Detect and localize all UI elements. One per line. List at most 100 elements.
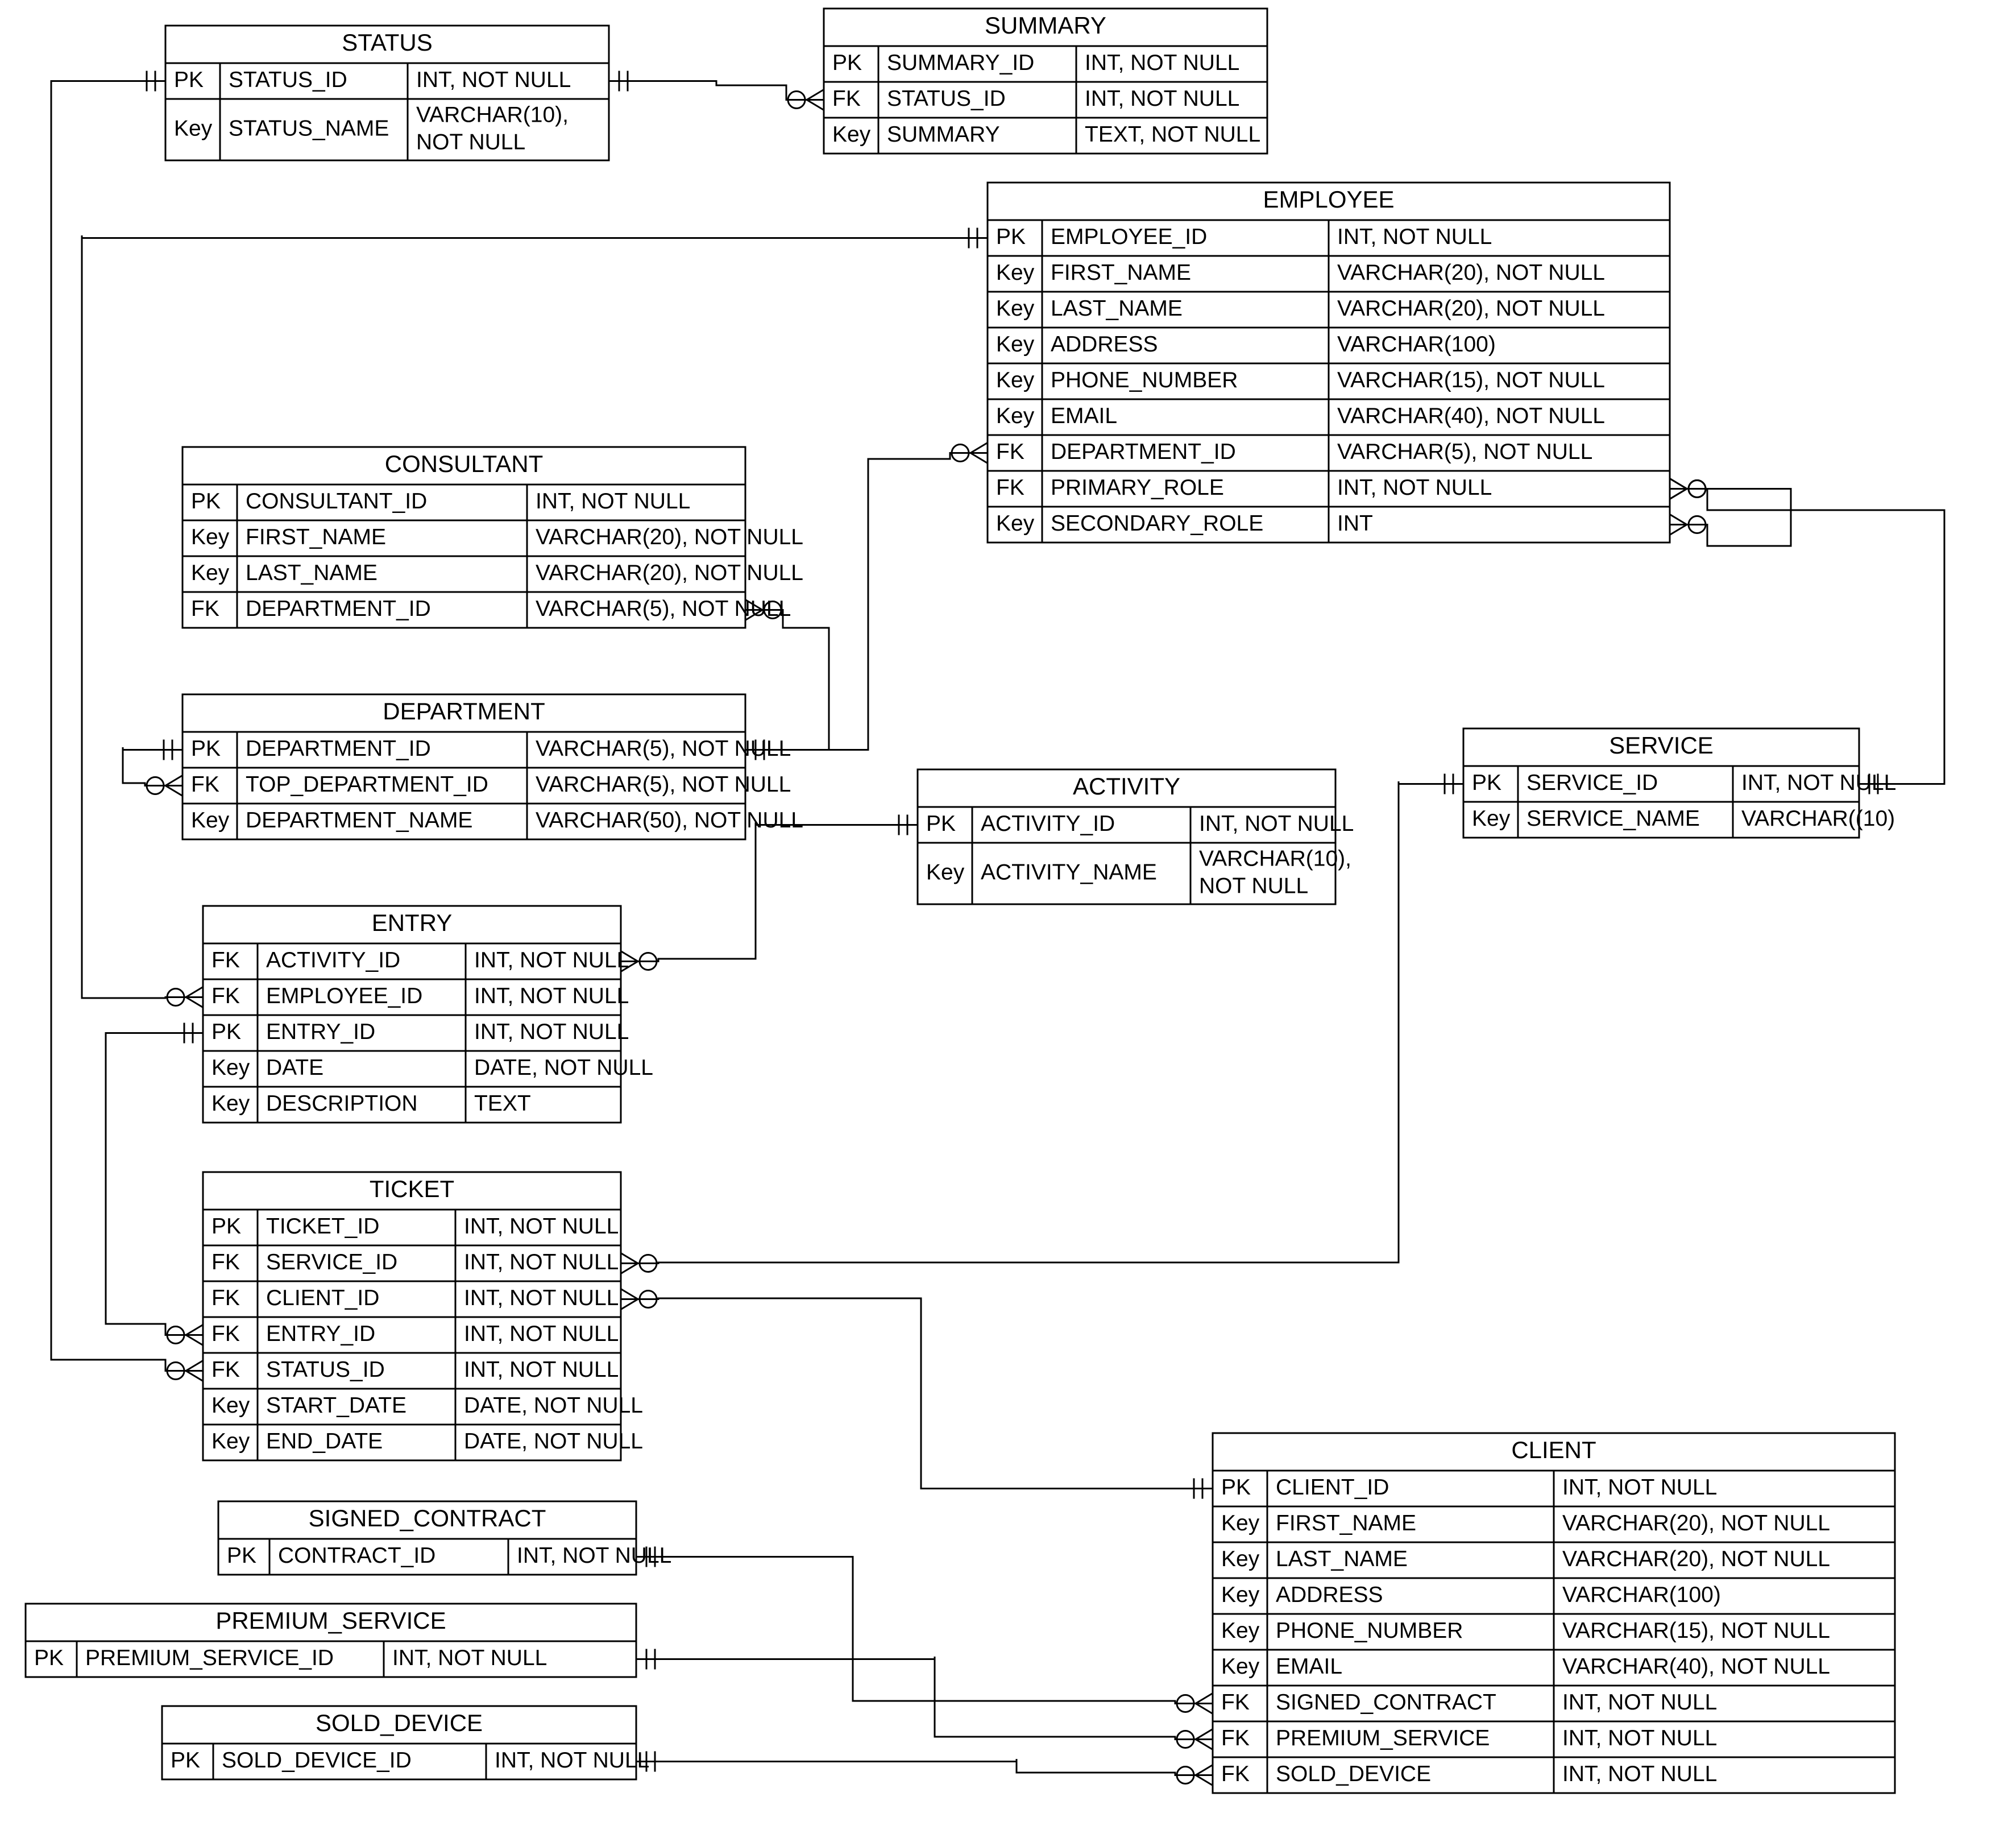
column-type: DATE, NOT NULL (474, 1055, 653, 1080)
column-name: END_DATE (266, 1429, 383, 1454)
column-name: ENTRY_ID (266, 1322, 375, 1346)
column-name: SOLD_DEVICE_ID (222, 1748, 412, 1773)
column-type: VARCHAR(20), NOT NULL (1337, 260, 1605, 285)
key-type: PK (227, 1543, 256, 1568)
column-type: INT, NOT NULL (464, 1214, 619, 1239)
relationship-12 (636, 1547, 1213, 1714)
key-type: PK (926, 812, 956, 836)
column-name: SERVICE_ID (1526, 771, 1658, 795)
column-type: INT, NOT NULL (1199, 812, 1354, 836)
column-type: INT, NOT NULL (517, 1543, 671, 1568)
column-name: STATUS_ID (229, 68, 347, 92)
column-type: INT, NOT NULL (1562, 1475, 1717, 1500)
key-type: Key (1221, 1618, 1260, 1643)
column-name: TICKET_ID (266, 1214, 379, 1239)
entity-title: SOLD_DEVICE (316, 1709, 483, 1736)
key-type: PK (832, 51, 862, 75)
key-type: FK (211, 1286, 240, 1310)
column-name: ACTIVITY_NAME (981, 860, 1157, 884)
key-type: FK (211, 984, 240, 1008)
column-type: INT, NOT NULL (464, 1250, 619, 1274)
column-type: INT, NOT NULL (464, 1357, 619, 1382)
key-type: FK (996, 475, 1024, 500)
column-type: VARCHAR(5), NOT NULL (536, 772, 791, 797)
column-type: INT, NOT NULL (1337, 225, 1492, 249)
relationship-6 (123, 740, 182, 796)
column-name: ACTIVITY_ID (266, 948, 400, 972)
key-type: PK (211, 1214, 241, 1239)
column-type: INT, NOT NULL (464, 1286, 619, 1310)
column-type: VARCHAR(5), NOT NULL (1337, 440, 1592, 464)
key-type: PK (1221, 1475, 1251, 1500)
entity-ticket: TICKETPKTICKET_IDINT, NOT NULLFKSERVICE_… (203, 1172, 643, 1460)
key-type: FK (211, 1250, 240, 1274)
key-type: Key (174, 116, 213, 140)
column-type: VARCHAR((10) (1741, 806, 1895, 831)
column-name: PHONE_NUMBER (1051, 368, 1238, 392)
key-type: Key (996, 404, 1035, 428)
column-type: INT, NOT NULL (1337, 475, 1492, 500)
key-type: Key (1472, 806, 1511, 831)
column-type: VARCHAR(15), NOT NULL (1562, 1618, 1830, 1643)
column-type: VARCHAR(20), NOT NULL (1562, 1511, 1830, 1535)
column-type: INT, NOT NULL (1741, 771, 1896, 795)
key-type: Key (191, 525, 230, 549)
entity-activity: ACTIVITYPKACTIVITY_IDINT, NOT NULLKeyACT… (918, 769, 1354, 904)
key-type: Key (1221, 1654, 1260, 1679)
key-type: Key (996, 511, 1035, 536)
column-name: EMPLOYEE_ID (266, 984, 422, 1008)
key-type: FK (211, 1322, 240, 1346)
column-name: STATUS_NAME (229, 116, 389, 140)
column-name: STATUS_ID (266, 1357, 385, 1382)
column-name: DATE (266, 1055, 323, 1080)
key-type: PK (996, 225, 1026, 249)
column-name: DEPARTMENT_ID (1051, 440, 1236, 464)
entity-summary: SUMMARYPKSUMMARY_IDINT, NOT NULLFKSTATUS… (824, 9, 1267, 154)
column-type: VARCHAR(10), (416, 102, 569, 127)
column-name: EMAIL (1276, 1654, 1342, 1679)
column-name: SERVICE_NAME (1526, 806, 1700, 831)
entity-title: TICKET (370, 1175, 454, 1202)
column-type: VARCHAR(40), NOT NULL (1337, 404, 1605, 428)
key-type: Key (996, 260, 1035, 285)
column-type: INT, NOT NULL (1562, 1726, 1717, 1750)
entity-title: SIGNED_CONTRACT (309, 1505, 546, 1531)
column-type: NOT NULL (1199, 873, 1308, 898)
column-name: PRIMARY_ROLE (1051, 475, 1224, 500)
key-type: Key (211, 1091, 250, 1116)
key-type: PK (191, 736, 221, 761)
key-type: Key (1221, 1583, 1260, 1607)
column-name: CONTRACT_ID (278, 1543, 435, 1568)
entity-title: ACTIVITY (1073, 773, 1180, 800)
key-type: Key (926, 860, 965, 884)
column-type: INT, NOT NULL (464, 1322, 619, 1346)
column-type: VARCHAR(20), NOT NULL (1562, 1547, 1830, 1571)
column-name: SUMMARY_ID (887, 51, 1034, 75)
column-type: VARCHAR(50), NOT NULL (536, 808, 803, 833)
column-name: LAST_NAME (246, 561, 378, 585)
key-type: Key (211, 1055, 250, 1080)
column-type: TEXT (474, 1091, 531, 1116)
column-type: INT, NOT NULL (474, 948, 629, 972)
key-type: FK (191, 597, 219, 621)
entity-entry: ENTRYFKACTIVITY_IDINT, NOT NULLFKEMPLOYE… (203, 906, 653, 1123)
key-type: Key (211, 1393, 250, 1418)
column-type: VARCHAR(100) (1337, 332, 1496, 357)
entity-title: SERVICE (1609, 732, 1714, 759)
column-type: INT (1337, 511, 1373, 536)
column-name: TOP_DEPARTMENT_ID (246, 772, 488, 797)
entity-title: PREMIUM_SERVICE (215, 1607, 446, 1634)
column-type: DATE, NOT NULL (464, 1429, 643, 1454)
entity-premium_service: PREMIUM_SERVICEPKPREMIUM_SERVICE_IDINT, … (26, 1604, 636, 1677)
column-name: ADDRESS (1051, 332, 1158, 357)
column-type: INT, NOT NULL (1085, 86, 1239, 111)
entity-sold_device: SOLD_DEVICEPKSOLD_DEVICE_IDINT, NOT NULL (162, 1706, 649, 1779)
column-name: PREMIUM_SERVICE (1276, 1726, 1490, 1750)
column-type: INT, NOT NULL (416, 68, 571, 92)
column-type: INT, NOT NULL (474, 1020, 629, 1044)
column-type: INT, NOT NULL (474, 984, 629, 1008)
column-type: TEXT, NOT NULL (1085, 122, 1260, 147)
key-type: Key (1221, 1547, 1260, 1571)
entity-employee: EMPLOYEEPKEMPLOYEE_IDINT, NOT NULLKeyFIR… (988, 183, 1670, 543)
column-type: INT, NOT NULL (1562, 1762, 1717, 1786)
